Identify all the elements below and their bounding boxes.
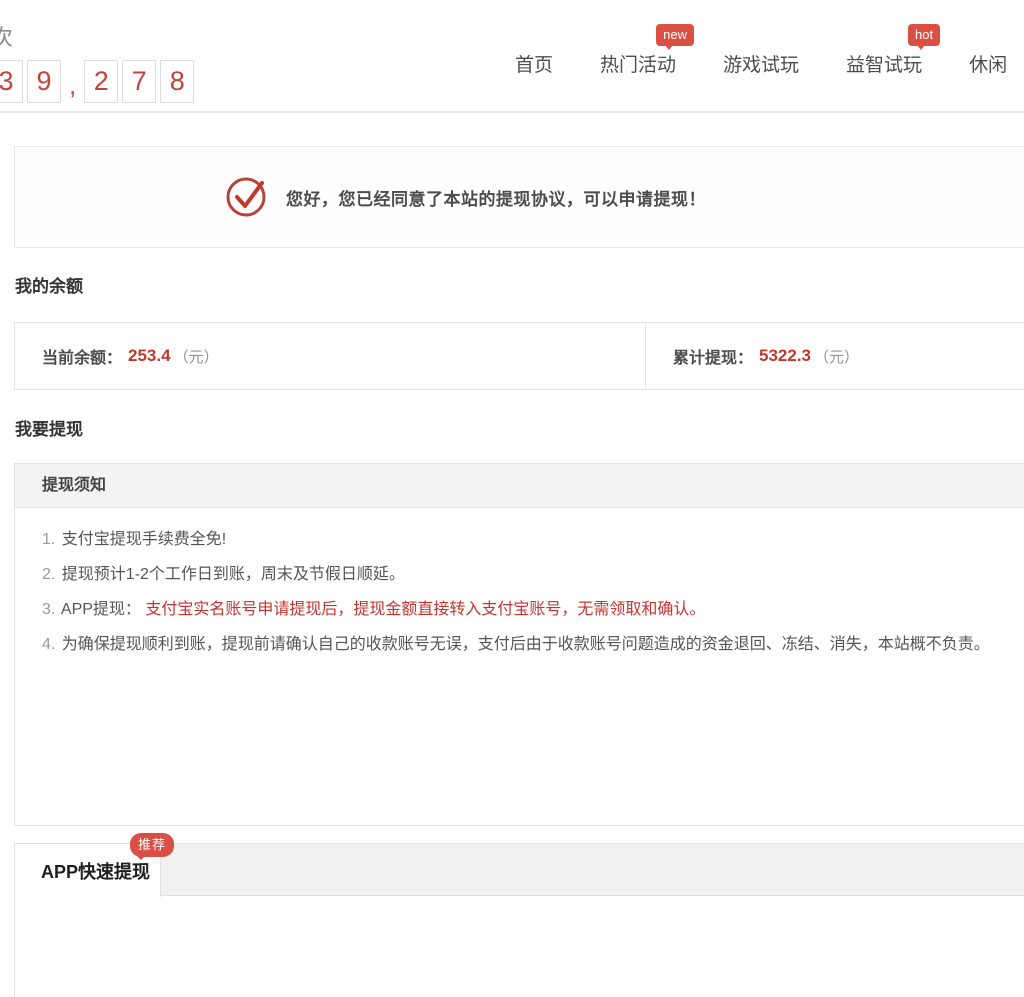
- agreement-message: 您好，您已经同意了本站的提现协议，可以申请提现！: [286, 185, 706, 210]
- nav-item-home[interactable]: 首页: [515, 50, 553, 77]
- current-balance-label: 当前余额：: [42, 344, 122, 368]
- notice-panel-title: 提现须知: [15, 464, 1024, 508]
- check-circle-icon: [224, 171, 270, 224]
- tab-app-quick-withdraw[interactable]: APP快速提现 推荐: [15, 844, 161, 897]
- recommended-badge: 推荐: [130, 833, 174, 857]
- total-withdrawn-value: 5322.3: [759, 346, 811, 366]
- agreement-banner: 您好，您已经同意了本站的提现协议，可以申请提现！: [14, 146, 1024, 248]
- withdraw-section-title: 我要提现: [15, 415, 83, 440]
- balance-section-title: 我的余额: [15, 272, 83, 297]
- rule-item: 1. 支付宝提现手续费全免!: [42, 522, 1024, 557]
- total-withdrawn-cell: 累计提现： 5322.3 （元）: [645, 323, 1024, 389]
- clipped-counter-label: 次: [0, 20, 13, 52]
- current-balance-unit: （元）: [174, 346, 219, 367]
- new-badge: new: [656, 24, 694, 46]
- notice-rules-list: 1. 支付宝提现手续费全免! 2. 提现预计1-2个工作日到账，周末及节假日顺延…: [15, 508, 1024, 662]
- rule-highlight: 支付宝实名账号申请提现后，提现金额直接转入支付宝账号，无需领取和确认。: [145, 601, 705, 618]
- header-divider: [0, 111, 1024, 113]
- counter-digit: 9: [27, 60, 61, 103]
- nav-item-game-trial[interactable]: 游戏试玩: [723, 50, 799, 77]
- tab-strip-background: [161, 844, 1024, 896]
- withdraw-method-panel: APP快速提现 推荐: [14, 843, 1024, 997]
- total-withdrawn-label: 累计提现：: [673, 344, 753, 368]
- current-balance-value: 253.4: [128, 346, 171, 366]
- page: 次 3 9 , 2 7 8 首页 热门活动 new 游戏试玩 益智试玩 hot …: [0, 0, 1024, 997]
- balance-table: 当前余额： 253.4 （元） 累计提现： 5322.3 （元）: [14, 322, 1024, 390]
- withdraw-notice-panel: 提现须知 1. 支付宝提现手续费全免! 2. 提现预计1-2个工作日到账，周末及…: [14, 463, 1024, 826]
- counter-digit: 8: [160, 60, 194, 103]
- withdraw-tabs: APP快速提现 推荐: [15, 844, 1024, 896]
- counter-digit: 2: [84, 60, 118, 103]
- nav-item-hot-activities[interactable]: 热门活动 new: [600, 50, 676, 77]
- current-balance-cell: 当前余额： 253.4 （元）: [15, 323, 645, 389]
- rule-item: 4. 为确保提现顺利到账，提现前请确认自己的收款账号无误，支付后由于收款账号问题…: [42, 627, 1024, 662]
- counter-digit: 3: [0, 60, 23, 103]
- rule-item: 3. APP提现： 支付宝实名账号申请提现后，提现金额直接转入支付宝账号，无需领…: [42, 592, 1024, 627]
- nav-item-puzzle-trial[interactable]: 益智试玩 hot: [846, 50, 922, 77]
- rule-item: 2. 提现预计1-2个工作日到账，周末及节假日顺延。: [42, 557, 1024, 592]
- counter-digit: 7: [122, 60, 156, 103]
- total-withdrawn-unit: （元）: [814, 346, 859, 367]
- counter-separator: ,: [69, 70, 76, 101]
- nav-item-leisure[interactable]: 休闲: [969, 50, 1007, 77]
- main-nav: 首页 热门活动 new 游戏试玩 益智试玩 hot 休闲: [515, 50, 1024, 77]
- counter-display: 3 9 , 2 7 8: [0, 60, 198, 103]
- hot-badge: hot: [908, 24, 940, 46]
